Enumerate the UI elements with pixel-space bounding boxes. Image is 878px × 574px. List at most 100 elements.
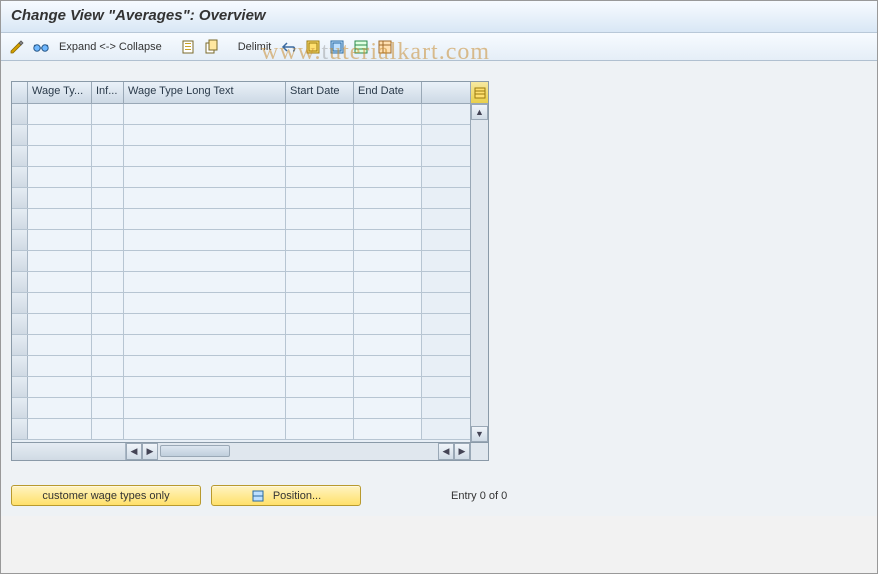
cell-wage-type[interactable]: [28, 293, 92, 313]
row-selector[interactable]: [12, 398, 28, 418]
row-selector[interactable]: [12, 167, 28, 187]
scroll-down-icon[interactable]: ▼: [471, 426, 488, 442]
scroll-track[interactable]: [471, 120, 488, 426]
cell-wage-type[interactable]: [28, 104, 92, 124]
cell-start-date[interactable]: [286, 419, 354, 439]
cell-inf[interactable]: [92, 146, 124, 166]
glasses-icon[interactable]: [31, 37, 51, 57]
cell-inf[interactable]: [92, 377, 124, 397]
table-row[interactable]: [12, 293, 470, 314]
cell-end-date[interactable]: [354, 377, 422, 397]
cell-end-date[interactable]: [354, 125, 422, 145]
vertical-scrollbar[interactable]: ▲ ▼: [470, 82, 488, 442]
cell-end-date[interactable]: [354, 356, 422, 376]
cell-start-date[interactable]: [286, 230, 354, 250]
row-selector[interactable]: [12, 335, 28, 355]
cell-long-text[interactable]: [124, 335, 286, 355]
table-settings-icon[interactable]: [351, 37, 371, 57]
table-row[interactable]: [12, 314, 470, 335]
scroll-left-icon[interactable]: ◀: [126, 443, 142, 460]
cell-end-date[interactable]: [354, 335, 422, 355]
table-row[interactable]: [12, 146, 470, 167]
cell-wage-type[interactable]: [28, 167, 92, 187]
position-button[interactable]: Position...: [211, 485, 361, 506]
column-header-end-date[interactable]: End Date: [354, 82, 422, 103]
row-selector[interactable]: [12, 314, 28, 334]
cell-end-date[interactable]: [354, 230, 422, 250]
cell-inf[interactable]: [92, 398, 124, 418]
cell-wage-type[interactable]: [28, 188, 92, 208]
cell-inf[interactable]: [92, 335, 124, 355]
cell-start-date[interactable]: [286, 146, 354, 166]
undo-icon[interactable]: [279, 37, 299, 57]
cell-start-date[interactable]: [286, 398, 354, 418]
table-row[interactable]: [12, 335, 470, 356]
cell-end-date[interactable]: [354, 398, 422, 418]
table-row[interactable]: [12, 272, 470, 293]
table-row[interactable]: [12, 377, 470, 398]
cell-end-date[interactable]: [354, 419, 422, 439]
row-selector[interactable]: [12, 293, 28, 313]
cell-end-date[interactable]: [354, 146, 422, 166]
cell-long-text[interactable]: [124, 314, 286, 334]
row-selector[interactable]: [12, 251, 28, 271]
scroll-right-step-icon[interactable]: ▶: [142, 443, 158, 460]
horizontal-scrollbar[interactable]: ◀ ▶ ◀ ▶: [11, 443, 489, 461]
cell-end-date[interactable]: [354, 209, 422, 229]
table-row[interactable]: [12, 230, 470, 251]
cell-wage-type[interactable]: [28, 377, 92, 397]
cell-wage-type[interactable]: [28, 209, 92, 229]
cell-end-date[interactable]: [354, 314, 422, 334]
cell-start-date[interactable]: [286, 335, 354, 355]
cell-long-text[interactable]: [124, 146, 286, 166]
cell-long-text[interactable]: [124, 188, 286, 208]
cell-long-text[interactable]: [124, 251, 286, 271]
cell-start-date[interactable]: [286, 104, 354, 124]
column-header-wage-type[interactable]: Wage Ty...: [28, 82, 92, 103]
cell-start-date[interactable]: [286, 125, 354, 145]
column-header-start-date[interactable]: Start Date: [286, 82, 354, 103]
cell-inf[interactable]: [92, 272, 124, 292]
row-selector[interactable]: [12, 209, 28, 229]
cell-wage-type[interactable]: [28, 230, 92, 250]
cell-wage-type[interactable]: [28, 314, 92, 334]
cell-wage-type[interactable]: [28, 251, 92, 271]
cell-start-date[interactable]: [286, 293, 354, 313]
table-row[interactable]: [12, 398, 470, 419]
new-entries-icon[interactable]: [178, 37, 198, 57]
cell-long-text[interactable]: [124, 104, 286, 124]
cell-wage-type[interactable]: [28, 398, 92, 418]
cell-inf[interactable]: [92, 125, 124, 145]
print-icon[interactable]: [375, 37, 395, 57]
row-selector[interactable]: [12, 230, 28, 250]
cell-inf[interactable]: [92, 356, 124, 376]
scroll-right-end-icon[interactable]: ▶: [454, 443, 470, 460]
cell-wage-type[interactable]: [28, 146, 92, 166]
column-header-inf[interactable]: Inf...: [92, 82, 124, 103]
cell-wage-type[interactable]: [28, 356, 92, 376]
cell-inf[interactable]: [92, 293, 124, 313]
cell-inf[interactable]: [92, 188, 124, 208]
cell-long-text[interactable]: [124, 377, 286, 397]
copy-icon[interactable]: [202, 37, 222, 57]
cell-start-date[interactable]: [286, 188, 354, 208]
deselect-all-icon[interactable]: [327, 37, 347, 57]
hscroll-track[interactable]: [158, 443, 438, 460]
select-all-icon[interactable]: [303, 37, 323, 57]
cell-end-date[interactable]: [354, 167, 422, 187]
row-selector[interactable]: [12, 272, 28, 292]
row-selector[interactable]: [12, 419, 28, 439]
cell-inf[interactable]: [92, 104, 124, 124]
table-row[interactable]: [12, 419, 470, 440]
row-selector[interactable]: [12, 356, 28, 376]
cell-long-text[interactable]: [124, 356, 286, 376]
table-row[interactable]: [12, 251, 470, 272]
table-row[interactable]: [12, 356, 470, 377]
cell-wage-type[interactable]: [28, 335, 92, 355]
cell-long-text[interactable]: [124, 167, 286, 187]
cell-end-date[interactable]: [354, 104, 422, 124]
cell-inf[interactable]: [92, 167, 124, 187]
scroll-left-end-icon[interactable]: ◀: [438, 443, 454, 460]
cell-start-date[interactable]: [286, 209, 354, 229]
row-selector[interactable]: [12, 104, 28, 124]
